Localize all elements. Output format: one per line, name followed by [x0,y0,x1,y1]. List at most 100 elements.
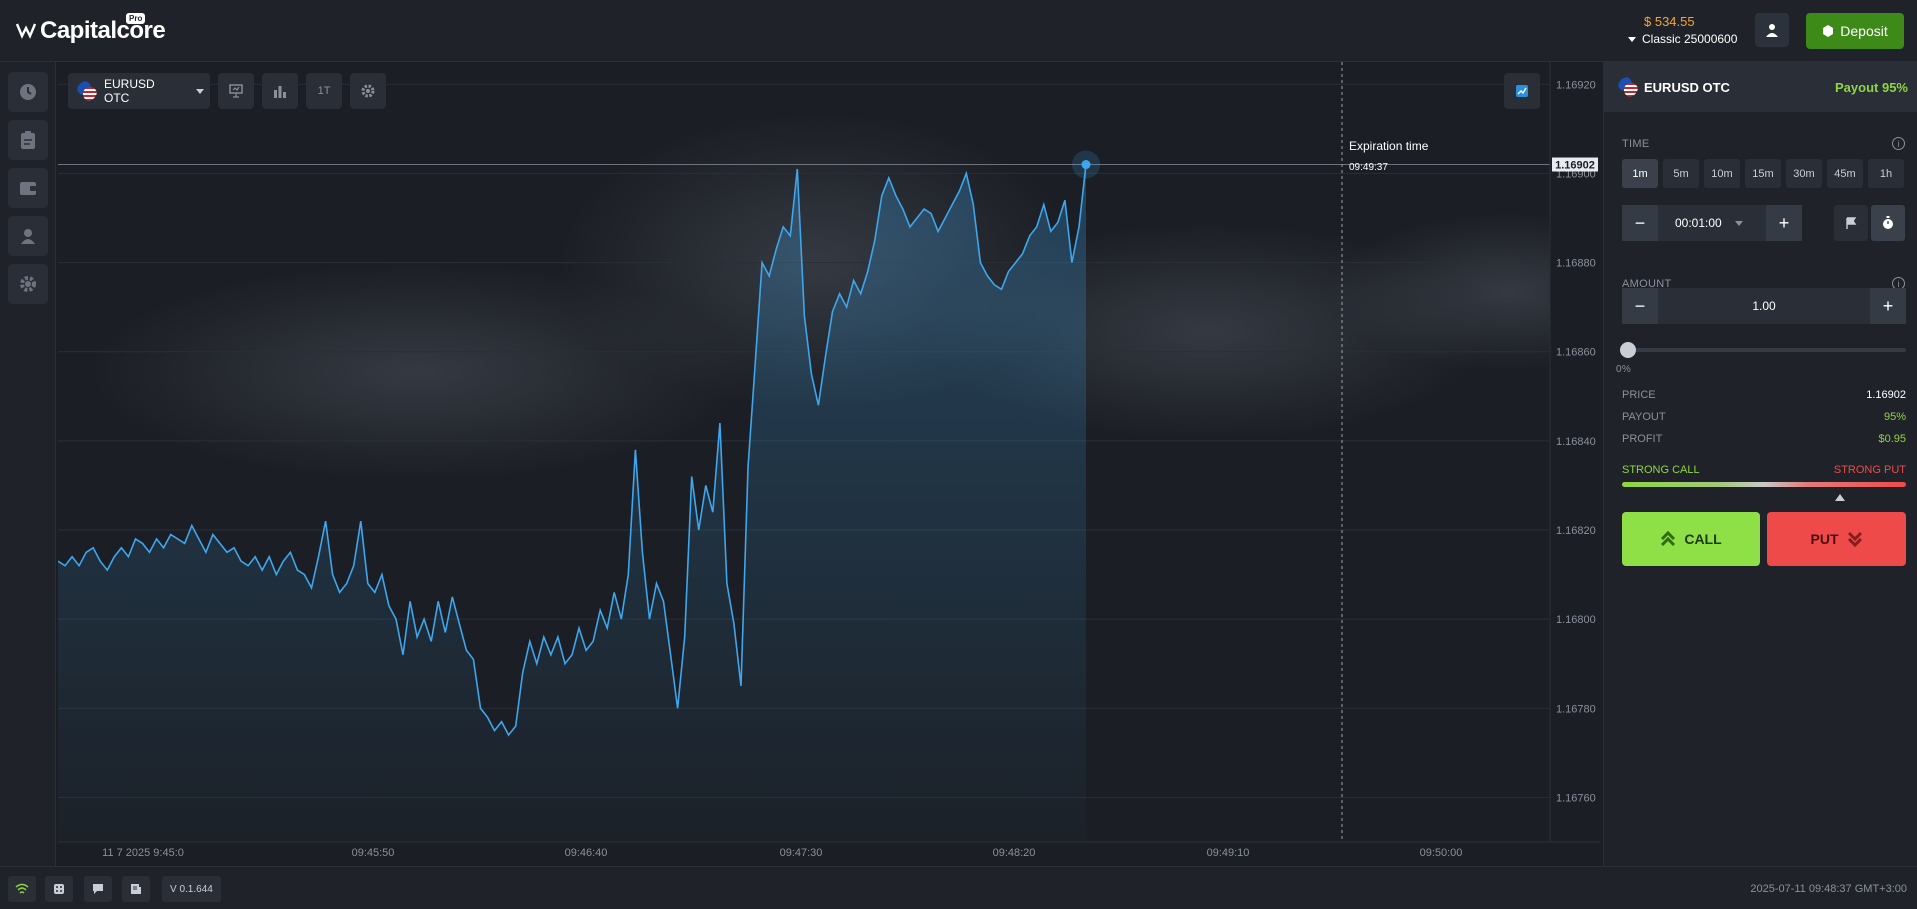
time-option-10m[interactable]: 10m [1704,159,1740,188]
time-decrease-button[interactable]: − [1622,205,1658,241]
trade-panel: EURUSD OTC Payout 95% TIME i 1m 5m 10m 1… [1603,62,1917,866]
payout-label: PAYOUT [1622,411,1666,423]
eu-us-flag-icon [77,81,97,101]
stopwatch-icon [1883,216,1893,229]
chart-settings-button[interactable] [350,73,386,109]
expiration-label: Expiration time [1349,139,1429,153]
time-increase-button[interactable]: + [1766,205,1802,241]
wifi-icon [15,883,29,894]
connection-button[interactable] [8,876,36,902]
x-tick-label: 09:45:50 [352,847,395,859]
deposit-label: Deposit [1840,23,1888,39]
dice-icon [54,884,64,894]
profit-value: $0.95 [1878,433,1906,445]
sidebar-item-profile[interactable] [8,216,48,256]
drawing-tools-button[interactable] [1504,73,1540,109]
left-sidebar [0,62,56,866]
payout-row: PAYOUT 95% [1622,411,1906,423]
y-tick-label: 1.16820 [1556,525,1596,537]
y-tick-label: 1.16800 [1556,614,1596,626]
asset-selector[interactable]: EURUSD OTC [68,73,210,109]
news-button[interactable] [122,876,150,902]
time-option-1m[interactable]: 1m [1622,159,1658,188]
y-tick-label: 1.16840 [1556,436,1596,448]
time-value-text: 00:01:00 [1674,216,1722,230]
account-name: Classic 25000600 [1628,32,1737,46]
logo[interactable]: Capitalcore Pro [16,13,166,46]
put-button[interactable]: PUT [1767,512,1906,566]
sentiment-marker-icon [1835,494,1845,501]
profit-row: PROFIT $0.95 [1622,433,1906,445]
y-tick-label: 1.16920 [1556,79,1596,91]
balance-selector[interactable]: $ 534.55 Classic 25000600 [1628,14,1737,46]
x-axis-ticks: 11 7 2025 9:45:0 09:45:50 09:46:40 09:47:30… [102,847,1462,859]
user-icon [1766,24,1778,37]
chat-icon [93,884,103,894]
time-option-1h[interactable]: 1h [1868,159,1904,188]
x-tick-label: 09:49:10 [1207,847,1250,859]
sound-button[interactable] [45,876,73,902]
clipboard-icon [21,131,35,149]
panel-asset-name: EURUSD OTC [1644,79,1730,95]
amount-value[interactable]: 1.00 [1658,299,1870,313]
time-label: TIME [1622,138,1650,150]
flag-icon [1846,217,1857,229]
version-badge: V 0.1.644 [162,876,221,902]
call-button[interactable]: CALL [1622,512,1760,566]
logo-icon [16,23,36,39]
time-option-45m[interactable]: 45m [1827,159,1863,188]
sidebar-item-settings[interactable] [8,264,48,304]
server-datetime: 2025-07-11 09:48:37 GMT+3:00 [1750,883,1907,895]
timeframe-button[interactable]: 1T [306,73,342,109]
chart-type-button[interactable] [218,73,254,109]
caret-down-icon [1628,36,1636,42]
chart-edit-icon [1516,85,1528,97]
amount-stepper: − 1.00 + [1622,288,1906,324]
x-tick-label: 09:50:00 [1420,847,1463,859]
amount-slider-thumb[interactable] [1620,342,1636,358]
panel-header: EURUSD OTC Payout 95% [1604,62,1917,112]
gear-icon [20,276,36,292]
sidebar-item-trades[interactable] [8,120,48,160]
x-tick-label: 09:47:30 [780,847,823,859]
double-chevron-up-icon [1661,531,1676,547]
deposit-button[interactable]: Deposit [1806,13,1904,49]
logo-text: Capitalcore [40,17,166,44]
double-chevron-down-icon [1847,531,1862,547]
price-label: PRICE [1622,389,1656,401]
strong-put-label: STRONG PUT [1833,464,1906,476]
sentiment-bar [1622,482,1906,487]
time-stepper: − 00:01:00 + [1622,205,1802,241]
time-option-5m[interactable]: 5m [1663,159,1699,188]
sidebar-item-wallet[interactable] [8,168,48,208]
expiration-time: 09:49:37 [1349,162,1388,173]
sidebar-item-history[interactable] [8,72,48,112]
wallet-icon [20,182,36,195]
x-tick-label: 11 7 2025 9:45:0 [102,847,184,859]
top-bar: Capitalcore Pro $ 534.55 Classic 2500060… [0,0,1917,62]
time-option-30m[interactable]: 30m [1786,159,1822,188]
wallet-icon [1823,25,1834,37]
amount-increase-button[interactable]: + [1870,288,1906,324]
gear-icon [361,84,375,98]
panel-payout: Payout 95% [1835,80,1908,95]
profile-button[interactable] [1755,13,1789,47]
price-row: PRICE 1.16902 [1622,389,1906,401]
bar-chart-icon [274,86,286,98]
y-tick-label: 1.16880 [1556,258,1596,270]
x-tick-label: 09:48:20 [993,847,1036,859]
timer-button[interactable] [1871,205,1905,241]
flag-button[interactable] [1834,205,1868,241]
time-option-15m[interactable]: 15m [1745,159,1781,188]
put-label: PUT [1810,531,1839,547]
price-dot [1081,160,1091,170]
logo-pro-badge: Pro [126,13,146,24]
time-info-icon[interactable]: i [1892,137,1905,150]
chat-button[interactable] [84,876,112,902]
indicators-button[interactable] [262,73,298,109]
price-chart[interactable]: 1.169201.169001.168801.168601.168401.168… [58,62,1600,866]
amount-slider[interactable] [1620,342,1906,358]
chart-area[interactable]: 1.16920 1.16900 1.16880 1.16860 1.16840 1.168… [58,62,1600,866]
amount-decrease-button[interactable]: − [1622,288,1658,324]
time-value[interactable]: 00:01:00 [1658,216,1766,230]
